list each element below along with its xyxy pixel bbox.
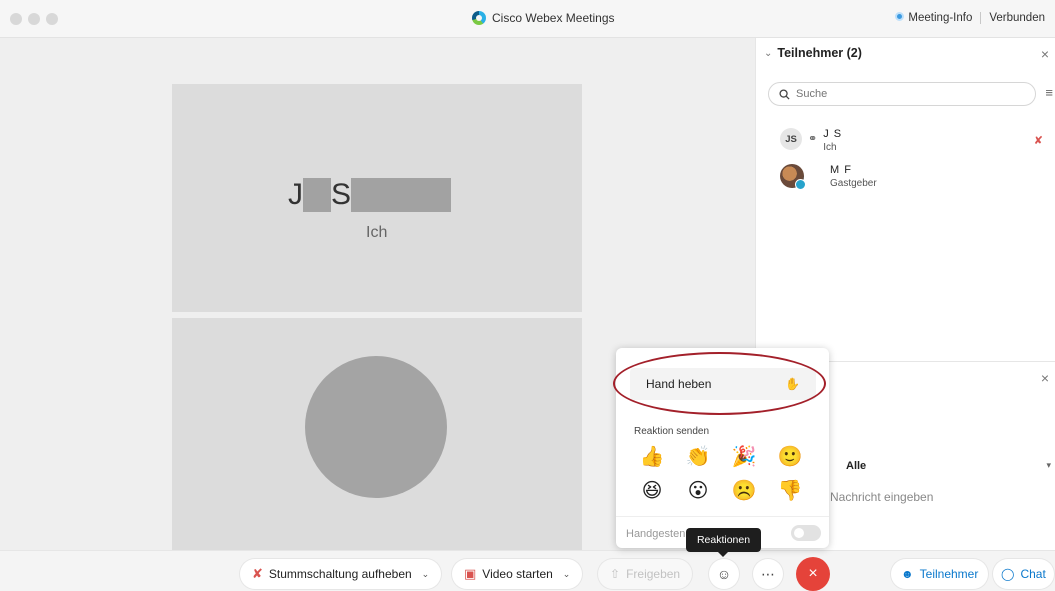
participants-panel-title: Teilnehmer (2) xyxy=(777,46,862,60)
avatar xyxy=(305,356,447,498)
participant-search[interactable] xyxy=(768,82,1036,106)
smile-reaction[interactable]: 🙂 xyxy=(774,444,806,470)
chat-bubble-icon: ◯ xyxy=(1001,567,1015,581)
app-title: Cisco Webex Meetings xyxy=(472,11,615,25)
meeting-toolbar: ✘ Stummschaltung aufheben ⌄ ▣ Video star… xyxy=(0,550,1055,591)
chat-recipient-select[interactable]: Alle xyxy=(846,460,866,472)
thumbs-down-reaction[interactable]: 👎 xyxy=(774,478,806,504)
smiley-icon: ☺ xyxy=(716,566,732,582)
video-off-icon: ▣ xyxy=(464,566,477,581)
webex-logo-icon xyxy=(472,11,486,25)
muted-mic-icon[interactable]: ✘ xyxy=(1034,134,1043,147)
more-options-button[interactable]: ⋯ xyxy=(753,559,783,589)
window-controls[interactable] xyxy=(10,13,58,25)
start-video-button[interactable]: ▣ Video starten ⌄ xyxy=(452,559,583,589)
more-icon: ⋯ xyxy=(761,565,775,582)
app-title-text: Cisco Webex Meetings xyxy=(492,11,615,25)
laugh-reaction[interactable]: 😆 xyxy=(636,478,668,504)
self-display-name: J S xyxy=(288,178,452,212)
unmute-button[interactable]: ✘ Stummschaltung aufheben ⌄ xyxy=(240,559,442,589)
reactions-tooltip: Reaktionen xyxy=(686,528,761,557)
title-bar-right: Meeting-Info Verbunden xyxy=(895,12,1045,24)
redaction-block xyxy=(303,178,331,212)
raise-hand-label: Hand heben xyxy=(646,377,712,391)
hand-gestures-toggle[interactable] xyxy=(791,525,821,541)
redaction-block xyxy=(351,178,452,212)
close-icon: × xyxy=(808,565,818,582)
start-video-label: Video starten xyxy=(482,567,553,581)
self-subtitle: Ich xyxy=(366,224,388,241)
participant-row[interactable]: M F Gastgeber xyxy=(780,164,877,190)
unmute-label: Stummschaltung aufheben xyxy=(268,567,412,581)
headset-icon: ⚭ xyxy=(808,133,818,145)
divider xyxy=(980,12,982,24)
participants-button[interactable]: ☻ Teilnehmer xyxy=(891,559,989,589)
minimize-window-button[interactable] xyxy=(28,13,40,25)
remote-video-tile[interactable] xyxy=(172,318,582,550)
participants-label: Teilnehmer xyxy=(919,567,979,581)
connection-status: Verbunden xyxy=(989,12,1045,24)
send-reaction-label: Reaktion senden xyxy=(634,426,710,437)
info-icon xyxy=(895,12,905,21)
participant-row[interactable]: JS ⚭ J S Ich xyxy=(780,128,842,153)
sort-icon[interactable]: ≡ xyxy=(1045,85,1053,100)
avatar xyxy=(780,164,806,190)
chat-message-input[interactable]: Nachricht eingeben xyxy=(830,490,933,504)
chat-button[interactable]: ◯ Chat xyxy=(993,559,1054,589)
participant-role: Ich xyxy=(823,142,837,153)
title-bar: Cisco Webex Meetings Meeting-Info Verbun… xyxy=(0,0,1055,38)
search-input[interactable] xyxy=(796,88,996,100)
person-icon: ☻ xyxy=(901,567,914,581)
participant-info: M F Gastgeber xyxy=(830,164,877,189)
meeting-info-label: Meeting-Info xyxy=(908,12,973,24)
surprised-reaction[interactable]: 😮 xyxy=(682,478,714,504)
participants-panel-header[interactable]: ⌄ Teilnehmer (2) xyxy=(764,46,862,60)
meeting-info-link[interactable]: Meeting-Info xyxy=(895,12,972,24)
chevron-down-icon[interactable]: ▾ xyxy=(1046,460,1051,471)
chevron-down-icon[interactable]: ⌄ xyxy=(422,569,430,580)
clap-reaction[interactable]: 👏 xyxy=(682,444,714,470)
self-name-first: J xyxy=(288,178,303,211)
search-icon xyxy=(779,88,790,100)
divider xyxy=(616,516,829,517)
chevron-down-icon[interactable]: ⌄ xyxy=(563,569,571,580)
share-icon: ⇧ xyxy=(610,567,621,581)
close-window-button[interactable] xyxy=(10,13,22,25)
thumbs-up-reaction[interactable]: 👍 xyxy=(636,444,668,470)
participant-name: J S xyxy=(823,128,843,140)
chevron-down-icon: ⌄ xyxy=(764,47,773,59)
self-video-tile[interactable]: J S Ich xyxy=(172,84,582,312)
avatar: JS xyxy=(780,128,802,150)
close-icon[interactable]: × xyxy=(1041,46,1049,62)
end-meeting-button[interactable]: × xyxy=(796,557,830,591)
share-label: Freigeben xyxy=(626,567,681,581)
hand-gestures-label: Handgesten xyxy=(626,528,686,540)
hand-icon: ✋ xyxy=(785,377,800,391)
zoom-window-button[interactable] xyxy=(46,13,58,25)
reactions-button[interactable]: ☺ xyxy=(709,559,739,589)
celebrate-reaction[interactable]: 🎉 xyxy=(728,444,760,470)
participant-name: M F xyxy=(830,164,852,176)
emoji-grid: 👍 👏 🎉 🙂 😆 😮 ☹️ 👎 xyxy=(636,444,806,504)
self-name-last: S xyxy=(331,178,352,211)
participant-info: J S Ich xyxy=(823,128,842,153)
raise-hand-button[interactable]: Hand heben ✋ xyxy=(630,368,816,400)
share-button[interactable]: ⇧ Freigeben xyxy=(598,559,693,589)
close-icon[interactable]: × xyxy=(1041,370,1049,386)
chat-label: Chat xyxy=(1020,567,1046,581)
reactions-popup: Hand heben ✋ Reaktion senden 👍 👏 🎉 🙂 😆 😮… xyxy=(613,348,829,548)
participant-role: Gastgeber xyxy=(830,178,877,189)
muted-mic-icon: ✘ xyxy=(252,566,263,581)
sad-reaction[interactable]: ☹️ xyxy=(728,478,760,504)
